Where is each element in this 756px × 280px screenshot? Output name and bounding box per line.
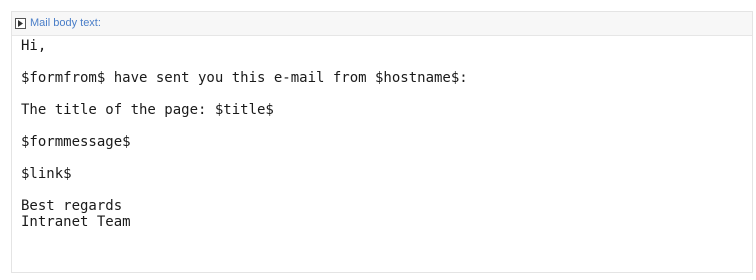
mail-body-label: Mail body text: — [30, 17, 101, 29]
sender-line: $formfrom$ have sent you this e-mail fro… — [21, 70, 468, 86]
expand-toggle-button[interactable] — [15, 18, 26, 29]
mail-body-panel: Mail body text: Hi, $formfrom$ have sent… — [11, 11, 753, 273]
triangle-right-icon — [18, 20, 23, 27]
title-line: The title of the page: $title$ — [21, 102, 274, 118]
message-line: $formmessage$ — [21, 134, 131, 150]
link-line: $link$ — [21, 166, 72, 182]
greeting-line: Hi, — [21, 38, 47, 54]
closing-line-2: Intranet Team — [21, 214, 131, 230]
closing-line-1: Best regards — [21, 198, 123, 214]
mail-body-textarea[interactable]: Hi, $formfrom$ have sent you this e-mail… — [12, 36, 752, 272]
mail-body-header: Mail body text: — [12, 12, 752, 36]
